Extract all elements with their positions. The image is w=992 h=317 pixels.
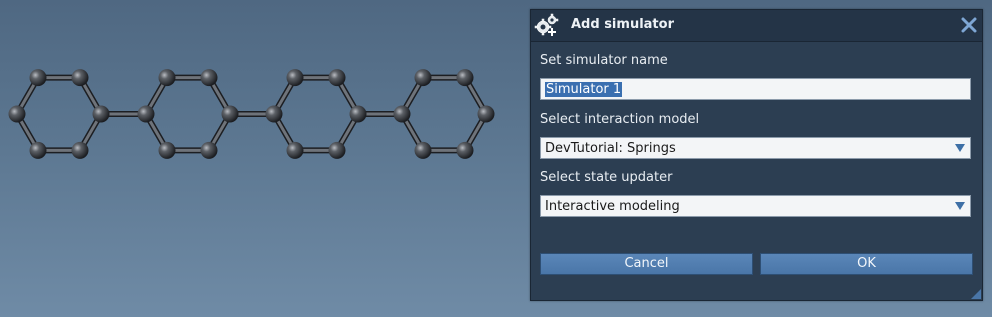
atom[interactable] — [456, 69, 474, 87]
atom[interactable] — [221, 105, 239, 123]
state-updater-select[interactable]: Interactive modeling — [540, 195, 971, 217]
atom[interactable] — [286, 141, 304, 159]
interaction-model-value: DevTutorial: Springs — [545, 141, 676, 156]
atom[interactable] — [71, 141, 89, 159]
close-icon[interactable] — [960, 16, 978, 34]
simulator-name-value: Simulator 1 — [545, 82, 623, 97]
atom[interactable] — [200, 69, 218, 87]
atom[interactable] — [29, 141, 47, 159]
atom[interactable] — [477, 105, 495, 123]
atom[interactable] — [286, 69, 304, 87]
atom[interactable] — [158, 141, 176, 159]
chevron-down-icon — [955, 144, 965, 152]
atom[interactable] — [414, 141, 432, 159]
simulator-name-input[interactable]: Simulator 1 — [540, 78, 971, 100]
state-updater-value: Interactive modeling — [545, 199, 680, 214]
atom[interactable] — [71, 69, 89, 87]
simulator-name-label: Set simulator name — [540, 53, 668, 68]
atom[interactable] — [349, 105, 367, 123]
state-updater-label: Select state updater — [540, 170, 673, 185]
atom[interactable] — [29, 69, 47, 87]
resize-grip-icon[interactable] — [971, 289, 981, 299]
ok-button[interactable]: OK — [760, 253, 973, 275]
interaction-model-select[interactable]: DevTutorial: Springs — [540, 137, 971, 159]
atom[interactable] — [328, 141, 346, 159]
atom[interactable] — [265, 105, 283, 123]
atom[interactable] — [8, 105, 26, 123]
atom[interactable] — [92, 105, 110, 123]
atom[interactable] — [328, 69, 346, 87]
atom[interactable] — [200, 141, 218, 159]
atom[interactable] — [137, 105, 155, 123]
cancel-button[interactable]: Cancel — [540, 253, 753, 275]
atom[interactable] — [158, 69, 176, 87]
chevron-down-icon — [955, 202, 965, 210]
gears-add-icon — [534, 13, 559, 36]
atom[interactable] — [456, 141, 474, 159]
atom[interactable] — [414, 69, 432, 87]
atom[interactable] — [393, 105, 411, 123]
add-simulator-dialog: Add simulator Set simulator name Simulat… — [530, 9, 983, 301]
dialog-titlebar[interactable]: Add simulator — [531, 10, 982, 42]
dialog-title: Add simulator — [571, 17, 674, 32]
interaction-model-label: Select interaction model — [540, 112, 700, 127]
